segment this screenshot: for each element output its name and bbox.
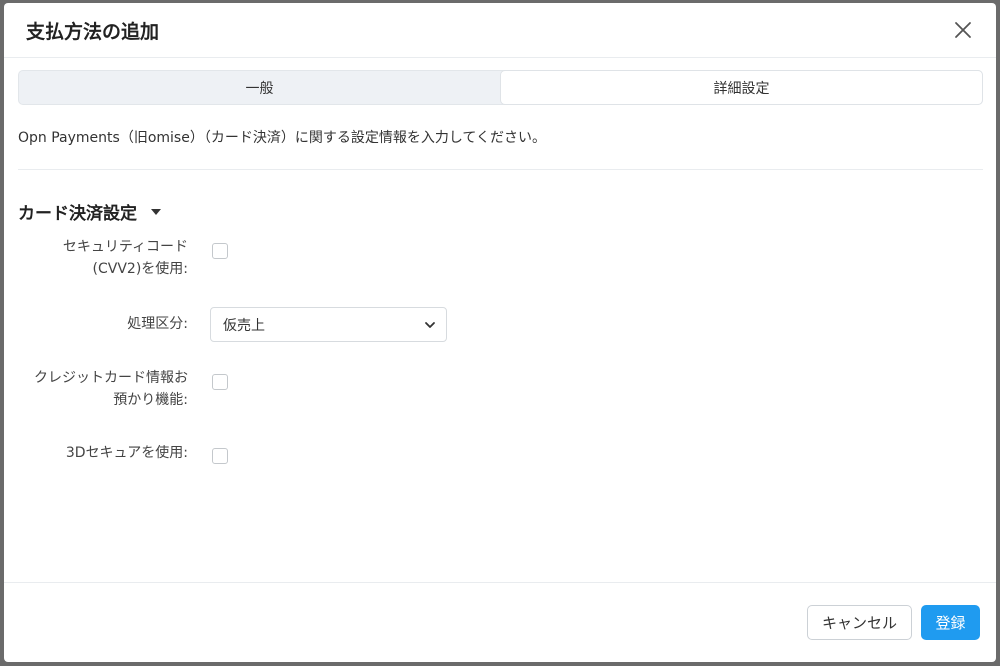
tab-bar: 一般 詳細設定 <box>18 70 983 105</box>
description-text: Opn Payments（旧omise）（カード決済）に関する設定情報を入力して… <box>18 130 546 146</box>
caret-down-icon <box>151 208 161 215</box>
modal-footer: キャンセル 登録 <box>4 582 996 662</box>
security-code-label-line1: セキュリティコード <box>62 239 188 255</box>
cancel-button[interactable]: キャンセル <box>807 605 912 640</box>
security-code-label-line2: (CVV2)を使用: <box>92 261 188 277</box>
security-code-checkbox[interactable] <box>212 243 228 259</box>
3d-secure-label: 3Dセキュアを使用: <box>65 445 188 461</box>
processing-type-value: 仮売上 <box>223 317 265 334</box>
register-button[interactable]: 登録 <box>921 605 980 640</box>
add-payment-method-modal: 支払方法の追加 一般 詳細設定 Opn Payments（旧omise）（カード… <box>4 3 996 662</box>
card-storage-label: クレジットカード情報お 預かり機能: <box>34 367 188 411</box>
chevron-down-icon <box>425 321 435 328</box>
card-storage-label-line2: 預かり機能: <box>113 392 188 408</box>
divider <box>18 169 983 170</box>
processing-type-select[interactable]: 仮売上 <box>210 307 447 342</box>
close-icon <box>955 22 971 38</box>
3d-secure-checkbox[interactable] <box>212 448 228 464</box>
modal-title: 支払方法の追加 <box>26 20 160 43</box>
card-storage-label-line1: クレジットカード情報お <box>34 370 188 386</box>
security-code-label: セキュリティコード (CVV2)を使用: <box>63 236 188 280</box>
modal-header: 支払方法の追加 <box>4 3 996 58</box>
section-toggle-card-settings[interactable]: カード決済設定 <box>18 199 161 224</box>
tab-advanced-settings[interactable]: 詳細設定 <box>500 70 983 105</box>
close-button[interactable] <box>950 17 976 43</box>
card-storage-checkbox[interactable] <box>212 374 228 390</box>
tab-general[interactable]: 一般 <box>19 71 500 104</box>
processing-type-label: 処理区分: <box>127 316 188 332</box>
section-title: カード決済設定 <box>18 204 137 224</box>
